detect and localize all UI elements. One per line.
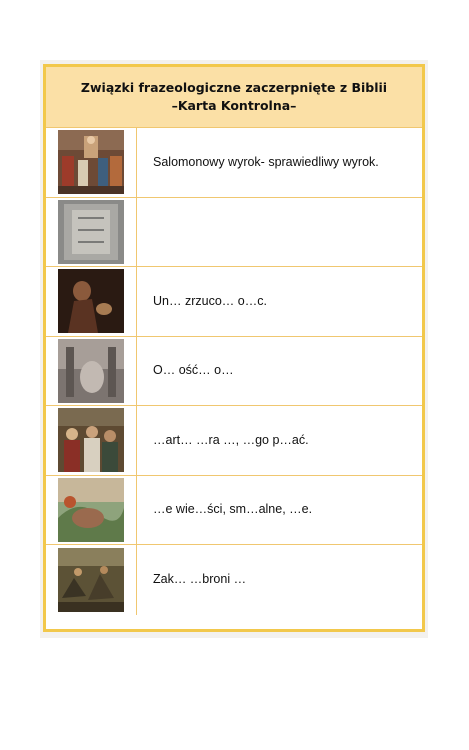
row-text: Un… zrzuco… o…c.: [153, 293, 267, 308]
table-row: Zak… …broni …: [46, 545, 422, 615]
table-row: …e wie…ści, sm…alne, …e.: [46, 475, 422, 545]
table-row: Salomonowy wyrok- sprawiedliwy wyrok.: [46, 128, 422, 198]
misty-interior-painting-image: [58, 338, 124, 403]
stone-relief-image: [58, 199, 124, 264]
control-card: Związki frazeologiczne zaczerpnięte z Bi…: [43, 64, 425, 632]
judgement-painting-image: [58, 130, 124, 195]
dark-figure-painting-image: [58, 269, 124, 334]
row-text: Zak… …broni …: [153, 572, 247, 587]
table-row: O… ość… o…: [46, 336, 422, 406]
row-text: O… ość… o…: [153, 363, 234, 378]
row-text: …art… …ra …, …go p…ać.: [153, 432, 309, 447]
card-subtitle: –Karta Kontrolna–: [171, 98, 297, 113]
row-text: Salomonowy wyrok- sprawiedliwy wyrok.: [153, 154, 379, 169]
table-row: Un… zrzuco… o…c.: [46, 267, 422, 337]
landscape-painting-image: [58, 477, 124, 542]
battle-painting-image: [58, 547, 124, 612]
card-title: Związki frazeologiczne zaczerpnięte z Bi…: [80, 80, 388, 95]
table-row: …art… …ra …, …go p…ać.: [46, 406, 422, 476]
row-text: …e wie…ści, sm…alne, …e.: [153, 502, 313, 517]
card-header: Związki frazeologiczne zaczerpnięte z Bi…: [46, 67, 422, 128]
crowd-scene-painting-image: [58, 408, 124, 473]
table-row: [46, 197, 422, 267]
document-sheet: Związki frazeologiczne zaczerpnięte z Bi…: [40, 60, 428, 638]
